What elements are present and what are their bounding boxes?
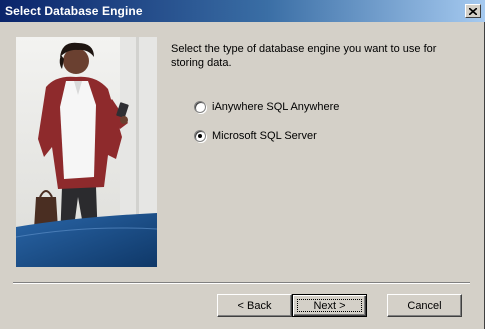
- title-bar[interactable]: Select Database Engine: [0, 0, 485, 22]
- person-with-phone-illustration: [16, 37, 157, 267]
- back-button[interactable]: < Back: [217, 294, 292, 317]
- radio-label: Microsoft SQL Server: [212, 130, 317, 142]
- radio-button-selected[interactable]: [194, 130, 206, 142]
- close-x-icon: [469, 7, 477, 15]
- instruction-text: Select the type of database engine you w…: [171, 43, 437, 69]
- radio-option-sql-server[interactable]: Microsoft SQL Server: [194, 128, 317, 144]
- footer-divider: [13, 282, 470, 284]
- cancel-button[interactable]: Cancel: [387, 294, 462, 317]
- radio-label: iAnywhere SQL Anywhere: [212, 101, 340, 113]
- close-button[interactable]: [465, 4, 481, 18]
- radio-button-unselected[interactable]: [194, 101, 206, 113]
- dialog-window: Select Database Engine Select the type o…: [0, 0, 485, 329]
- next-button[interactable]: Next >: [292, 294, 367, 317]
- window-title: Select Database Engine: [5, 4, 143, 18]
- radio-option-sql-anywhere[interactable]: iAnywhere SQL Anywhere: [194, 99, 339, 115]
- wizard-banner-image: [16, 37, 157, 267]
